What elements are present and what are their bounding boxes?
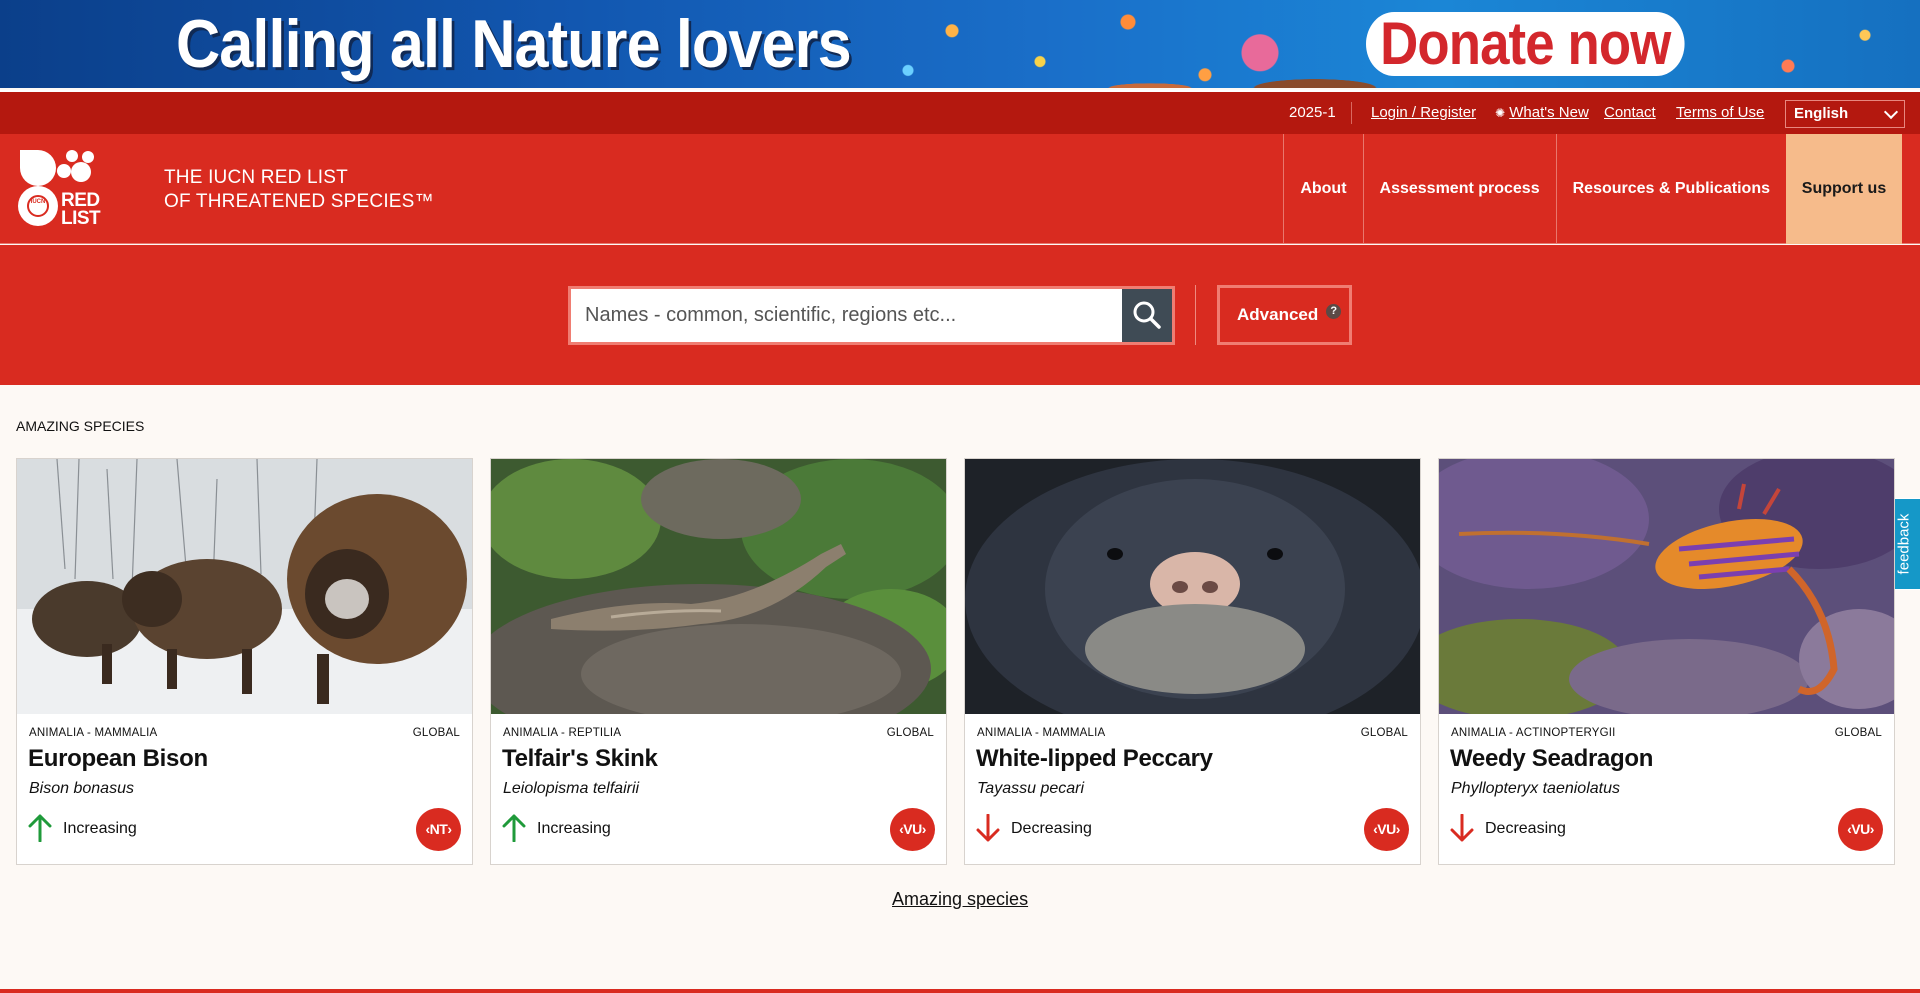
utility-bar: 2025-1 Login / Register ✺ What's New Con…: [0, 90, 1920, 134]
site-title: THE IUCN RED LIST OF THREATENED SPECIES™: [164, 166, 434, 214]
arrow-up-icon: [502, 814, 526, 842]
logo-word-list: LIST: [61, 208, 101, 229]
nav-about[interactable]: About: [1283, 134, 1362, 244]
banner-title: Calling all Nature lovers: [176, 6, 852, 82]
common-name: Weedy Seadragon: [1450, 745, 1654, 772]
status-badge: ‹NT›: [416, 808, 461, 851]
status-badge: ‹VU›: [1364, 808, 1409, 851]
taxon-label: ANIMALIA - REPTILIA: [503, 727, 622, 739]
status-code: VU: [1377, 821, 1396, 837]
arrow-down-icon: [1450, 814, 1474, 842]
help-icon: ?: [1326, 303, 1342, 319]
status-badge: ‹VU›: [1838, 808, 1883, 851]
search-button[interactable]: [1122, 289, 1172, 342]
site-title-line1: THE IUCN RED LIST: [164, 167, 348, 188]
nav-resources-publications[interactable]: Resources & Publications: [1555, 134, 1786, 244]
scope-label: GLOBAL: [1834, 727, 1882, 739]
species-photo: [17, 459, 472, 714]
scientific-name: Bison bonasus: [29, 780, 134, 797]
scientific-name: Phyllopteryx taeniolatus: [1451, 780, 1620, 797]
scientific-name: Leiolopisma telfairii: [503, 780, 640, 797]
species-photo: [1439, 459, 1894, 714]
whats-new-link[interactable]: ✺ What's New: [1495, 104, 1589, 121]
version-label: 2025-1: [1289, 104, 1336, 121]
footer-edge: [0, 989, 1920, 993]
iucn-badge: IUCN: [30, 199, 46, 205]
language-select[interactable]: English: [1785, 100, 1905, 128]
taxon-label: ANIMALIA - MAMMALIA: [977, 727, 1106, 739]
status-close-bracket: ›: [447, 821, 452, 837]
common-name: Telfair's Skink: [502, 745, 658, 772]
status-code: NT: [429, 821, 448, 837]
advanced-search-button[interactable]: Advanced ?: [1217, 285, 1352, 345]
status-close-bracket: ›: [1869, 821, 1875, 837]
scope-label: GLOBAL: [886, 727, 934, 739]
feedback-label: feedback: [1895, 513, 1912, 575]
nav-assessment-process[interactable]: Assessment process: [1362, 134, 1556, 244]
login-register-link[interactable]: Login / Register: [1371, 104, 1476, 121]
taxon-label: ANIMALIA - ACTINOPTERYGII: [1451, 727, 1616, 739]
common-name: European Bison: [28, 745, 208, 772]
species-photo: [965, 459, 1420, 714]
status-close-bracket: ›: [1395, 821, 1401, 837]
contact-link[interactable]: Contact: [1604, 104, 1656, 121]
common-name: White-lipped Peccary: [976, 745, 1213, 772]
status-code: VU: [1851, 821, 1870, 837]
arrow-up-icon: [28, 814, 52, 842]
utility-divider: [1351, 102, 1352, 124]
status-close-bracket: ›: [921, 821, 927, 837]
species-card[interactable]: ANIMALIA - REPTILIA GLOBAL Telfair's Ski…: [490, 458, 947, 865]
nav-support-us[interactable]: Support us: [1786, 134, 1902, 244]
species-card[interactable]: ANIMALIA - ACTINOPTERYGII GLOBAL Weedy S…: [1438, 458, 1895, 865]
chevron-down-icon: [1883, 104, 1899, 120]
advanced-label: Advanced: [1237, 305, 1319, 324]
population-trend: Increasing: [537, 820, 611, 837]
species-photo: [491, 459, 946, 714]
status-badge: ‹VU›: [890, 808, 935, 851]
search-box: [568, 286, 1175, 345]
status-code: VU: [903, 821, 922, 837]
section-heading: AMAZING SPECIES: [16, 418, 145, 434]
population-trend: Increasing: [63, 820, 137, 837]
site-header: IUCN RED LIST THE IUCN RED LIST OF THREA…: [0, 134, 1920, 244]
scope-label: GLOBAL: [412, 727, 460, 739]
donate-banner[interactable]: Calling all Nature lovers Donate now: [0, 0, 1920, 88]
search-icon: [1133, 301, 1161, 329]
site-title-line2: OF THREATENED SPECIES™: [164, 191, 434, 212]
language-value: English: [1794, 105, 1849, 122]
taxon-label: ANIMALIA - MAMMALIA: [29, 727, 158, 739]
search-divider: [1195, 285, 1196, 345]
terms-of-use-link[interactable]: Terms of Use: [1676, 104, 1764, 121]
logo-wordmark: RED LIST: [61, 191, 101, 229]
donate-button[interactable]: Donate now: [1366, 12, 1685, 76]
amazing-species-link[interactable]: Amazing species: [892, 889, 1028, 910]
population-trend: Decreasing: [1485, 820, 1566, 837]
scope-label: GLOBAL: [1360, 727, 1408, 739]
red-list-logo[interactable]: IUCN RED LIST: [18, 148, 118, 234]
whats-new-label: What's New: [1509, 104, 1589, 121]
species-card[interactable]: ANIMALIA - MAMMALIA GLOBAL European Biso…: [16, 458, 473, 865]
search-input[interactable]: [571, 289, 1123, 342]
sparkle-icon: ✺: [1495, 106, 1506, 120]
main-nav: About Assessment process Resources & Pub…: [1283, 134, 1920, 244]
scientific-name: Tayassu pecari: [977, 780, 1085, 797]
species-card[interactable]: ANIMALIA - MAMMALIA GLOBAL White-lipped …: [964, 458, 1421, 865]
population-trend: Decreasing: [1011, 820, 1092, 837]
search-band: Advanced ?: [0, 245, 1920, 385]
arrow-down-icon: [976, 814, 1000, 842]
